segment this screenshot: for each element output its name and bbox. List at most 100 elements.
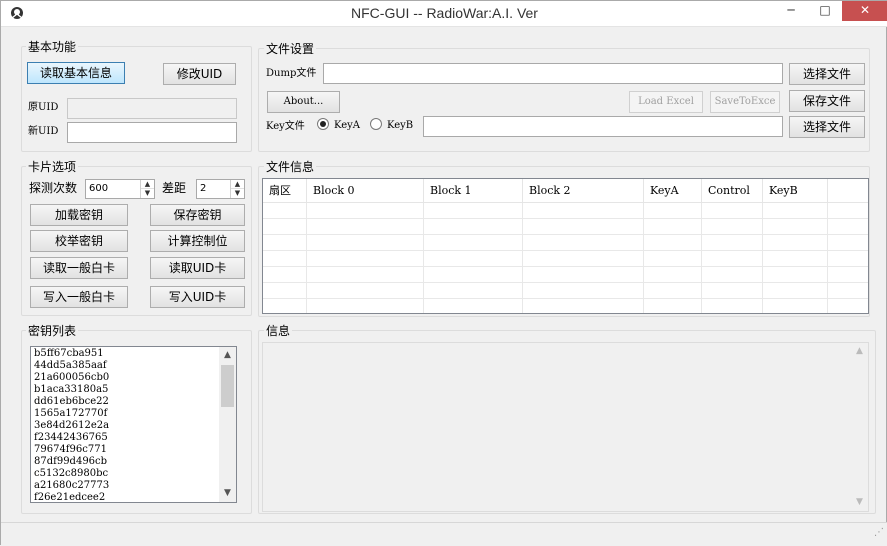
column-header-block0[interactable]: Block 0 <box>307 179 424 203</box>
table-cell[interactable] <box>307 283 424 299</box>
table-cell[interactable] <box>702 203 763 219</box>
table-cell[interactable] <box>644 235 702 251</box>
load-excel-button[interactable]: Load Excel <box>629 91 703 113</box>
table-cell[interactable] <box>702 219 763 235</box>
table-cell[interactable] <box>763 203 828 219</box>
table-cell[interactable] <box>523 203 644 219</box>
table-cell[interactable] <box>424 251 523 267</box>
table-cell[interactable] <box>763 283 828 299</box>
key-list-item[interactable]: c5132c8980bc <box>34 468 108 480</box>
table-cell[interactable] <box>523 251 644 267</box>
stepper-down-icon[interactable]: ▼ <box>231 189 244 198</box>
table-cell[interactable] <box>424 299 523 313</box>
resize-grip-icon[interactable]: ⋰ <box>874 527 884 538</box>
read-basic-info-button[interactable]: 读取基本信息 <box>27 62 125 84</box>
info-scrollbar[interactable]: ▲ ▼ <box>851 343 868 511</box>
stepper-up-icon[interactable]: ▲ <box>231 180 244 189</box>
table-row[interactable] <box>263 219 868 235</box>
column-header-block1[interactable]: Block 1 <box>424 179 523 203</box>
table-cell[interactable] <box>307 219 424 235</box>
key-list-scrollbar[interactable]: ▲ ▼ <box>219 347 236 502</box>
scroll-down-icon[interactable]: ▼ <box>219 485 236 502</box>
table-cell[interactable] <box>763 299 828 313</box>
key-list-item[interactable]: 44dd5a385aaf <box>34 360 107 372</box>
table-cell[interactable] <box>702 251 763 267</box>
info-textarea[interactable]: ▲ ▼ <box>262 342 869 512</box>
table-cell[interactable] <box>263 251 307 267</box>
key-list-item[interactable]: b1aca33180a5 <box>34 384 108 396</box>
table-row[interactable] <box>263 299 868 313</box>
table-cell[interactable] <box>263 203 307 219</box>
modify-uid-button[interactable]: 修改UID <box>163 63 236 85</box>
scroll-thumb[interactable] <box>221 365 234 407</box>
save-keys-button[interactable]: 保存密钥 <box>150 204 245 226</box>
load-keys-button[interactable]: 加载密钥 <box>30 204 128 226</box>
check-keys-button[interactable]: 校举密钥 <box>30 230 128 252</box>
table-cell[interactable] <box>424 203 523 219</box>
key-list-item[interactable]: 3e84d2612e2a <box>34 420 109 432</box>
maximize-button[interactable]: □ <box>808 1 842 21</box>
new-uid-field[interactable] <box>67 122 237 143</box>
dump-file-field[interactable] <box>323 63 783 84</box>
table-cell[interactable] <box>828 283 868 299</box>
table-cell[interactable] <box>644 203 702 219</box>
table-cell[interactable] <box>263 299 307 313</box>
table-cell[interactable] <box>702 283 763 299</box>
scroll-up-icon[interactable]: ▲ <box>219 347 236 364</box>
table-cell[interactable] <box>828 299 868 313</box>
stepper-arrows[interactable]: ▲ ▼ <box>230 180 244 198</box>
table-cell[interactable] <box>828 251 868 267</box>
table-cell[interactable] <box>424 235 523 251</box>
file-info-grid[interactable]: 扇区 Block 0 Block 1 Block 2 KeyA Control … <box>262 178 869 314</box>
table-cell[interactable] <box>763 235 828 251</box>
table-row[interactable] <box>263 251 868 267</box>
table-cell[interactable] <box>644 299 702 313</box>
key-list-item[interactable]: b5ff67cba951 <box>34 348 104 360</box>
table-cell[interactable] <box>644 283 702 299</box>
column-header-sector[interactable]: 扇区 <box>263 179 307 203</box>
read-normal-card-button[interactable]: 读取一般白卡 <box>30 257 128 279</box>
key-list-item[interactable]: 21a600056cb0 <box>34 372 109 384</box>
column-header-block2[interactable]: Block 2 <box>523 179 644 203</box>
scroll-down-icon[interactable]: ▼ <box>851 494 868 511</box>
table-cell[interactable] <box>644 267 702 283</box>
table-cell[interactable] <box>702 299 763 313</box>
table-cell[interactable] <box>263 219 307 235</box>
table-cell[interactable] <box>307 299 424 313</box>
stepper-down-icon[interactable]: ▼ <box>141 189 154 198</box>
stepper-up-icon[interactable]: ▲ <box>141 180 154 189</box>
table-cell[interactable] <box>424 267 523 283</box>
table-cell[interactable] <box>424 283 523 299</box>
table-cell[interactable] <box>523 267 644 283</box>
table-cell[interactable] <box>763 219 828 235</box>
table-cell[interactable] <box>307 267 424 283</box>
key-list-item[interactable]: a21680c27773 <box>34 480 109 492</box>
table-cell[interactable] <box>307 203 424 219</box>
table-cell[interactable] <box>523 219 644 235</box>
table-cell[interactable] <box>424 219 523 235</box>
table-cell[interactable] <box>523 299 644 313</box>
table-row[interactable] <box>263 283 868 299</box>
table-row[interactable] <box>263 203 868 219</box>
probe-count-stepper[interactable]: 600 ▲ ▼ <box>85 179 155 199</box>
table-cell[interactable] <box>828 267 868 283</box>
table-cell[interactable] <box>644 219 702 235</box>
table-cell[interactable] <box>307 251 424 267</box>
choose-dump-file-button[interactable]: 选择文件 <box>789 63 865 85</box>
choose-key-file-button[interactable]: 选择文件 <box>789 116 865 138</box>
table-cell[interactable] <box>828 203 868 219</box>
table-cell[interactable] <box>763 267 828 283</box>
table-cell[interactable] <box>523 235 644 251</box>
table-cell[interactable] <box>263 283 307 299</box>
table-cell[interactable] <box>307 235 424 251</box>
key-file-field[interactable] <box>423 116 783 137</box>
save-file-button[interactable]: 保存文件 <box>789 90 865 112</box>
table-cell[interactable] <box>644 251 702 267</box>
write-uid-card-button[interactable]: 写入UID卡 <box>150 286 245 308</box>
table-cell[interactable] <box>263 267 307 283</box>
close-button[interactable]: ✕ <box>842 1 887 21</box>
table-cell[interactable] <box>263 235 307 251</box>
table-row[interactable] <box>263 235 868 251</box>
key-b-radio[interactable] <box>370 118 382 130</box>
calc-control-bits-button[interactable]: 计算控制位 <box>150 230 245 252</box>
